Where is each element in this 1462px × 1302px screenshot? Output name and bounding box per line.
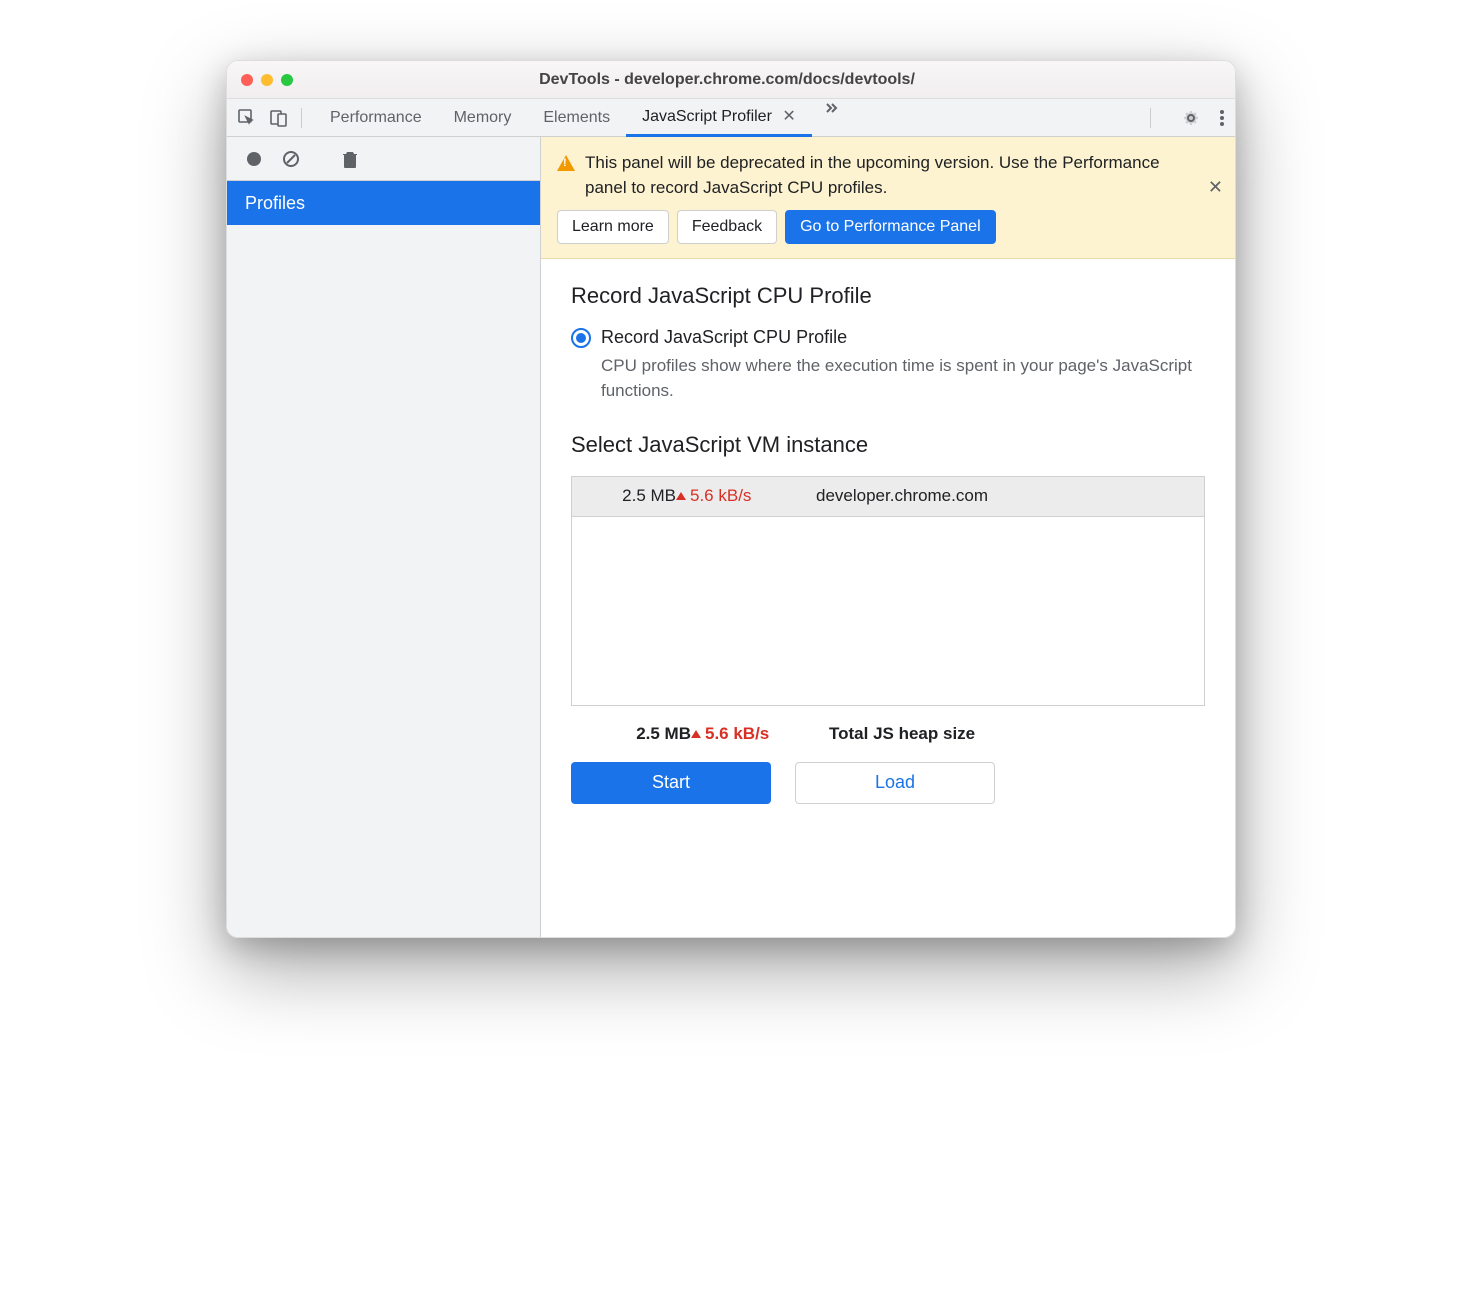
kebab-menu-icon[interactable]	[1219, 108, 1225, 128]
total-rate: 5.6 kB/s	[691, 724, 811, 744]
devtools-toolbar: Performance Memory Elements JavaScript P…	[227, 99, 1235, 137]
inspect-element-icon[interactable]	[237, 108, 257, 128]
tab-performance[interactable]: Performance	[314, 99, 438, 137]
record-radio-option[interactable]: Record JavaScript CPU Profile	[571, 327, 1205, 348]
tab-memory[interactable]: Memory	[438, 99, 528, 137]
panel-tabs: Performance Memory Elements JavaScript P…	[314, 99, 850, 137]
main-panel: This panel will be deprecated in the upc…	[541, 137, 1235, 937]
record-icon[interactable]	[245, 150, 263, 168]
titlebar: DevTools - developer.chrome.com/docs/dev…	[227, 61, 1235, 99]
vm-hostname: developer.chrome.com	[816, 486, 988, 506]
arrow-up-icon	[676, 492, 686, 500]
feedback-button[interactable]: Feedback	[677, 210, 777, 244]
tab-close-icon[interactable]: ✕	[782, 108, 795, 125]
sidebar-item-label: Profiles	[245, 193, 305, 214]
banner-text: This panel will be deprecated in the upc…	[585, 151, 1197, 200]
learn-more-button[interactable]: Learn more	[557, 210, 669, 244]
device-toggle-icon[interactable]	[269, 108, 289, 128]
devtools-window: DevTools - developer.chrome.com/docs/dev…	[226, 60, 1236, 938]
vm-size: 2.5 MB	[586, 486, 676, 506]
record-heading: Record JavaScript CPU Profile	[571, 283, 1205, 309]
clear-icon[interactable]	[281, 149, 301, 169]
tab-label: JavaScript Profiler	[642, 108, 772, 125]
deprecation-banner: This panel will be deprecated in the upc…	[541, 137, 1235, 259]
totals-label: Total JS heap size	[829, 724, 975, 744]
radio-label: Record JavaScript CPU Profile	[601, 327, 847, 348]
vm-rate: 5.6 kB/s	[676, 486, 796, 506]
total-rate-value: 5.6 kB/s	[705, 724, 769, 744]
tab-javascript-profiler[interactable]: JavaScript Profiler ✕	[626, 99, 812, 137]
load-button[interactable]: Load	[795, 762, 995, 804]
banner-close-icon[interactable]: ✕	[1208, 177, 1223, 198]
settings-gear-icon[interactable]	[1181, 108, 1201, 128]
sidebar-item-profiles[interactable]: Profiles	[227, 181, 540, 225]
total-size: 2.5 MB	[601, 724, 691, 744]
arrow-up-icon	[691, 730, 701, 738]
vm-rate-value: 5.6 kB/s	[690, 486, 751, 506]
totals-row: 2.5 MB 5.6 kB/s Total JS heap size	[571, 724, 1205, 744]
tab-elements[interactable]: Elements	[527, 99, 626, 137]
radio-icon	[571, 328, 591, 348]
vm-instance-row[interactable]: 2.5 MB 5.6 kB/s developer.chrome.com	[572, 477, 1204, 517]
more-tabs-icon[interactable]	[812, 99, 850, 137]
warning-icon	[557, 155, 575, 171]
goto-performance-button[interactable]: Go to Performance Panel	[785, 210, 996, 244]
toolbar-divider	[301, 108, 302, 128]
radio-description: CPU profiles show where the execution ti…	[601, 354, 1205, 403]
window-title: DevTools - developer.chrome.com/docs/dev…	[233, 71, 1221, 89]
sidebar-toolbar	[227, 137, 540, 181]
sidebar: Profiles	[227, 137, 541, 937]
vm-instance-list: 2.5 MB 5.6 kB/s developer.chrome.com	[571, 476, 1205, 706]
delete-icon[interactable]	[341, 149, 359, 169]
start-button[interactable]: Start	[571, 762, 771, 804]
vm-heading: Select JavaScript VM instance	[571, 432, 1205, 458]
toolbar-divider-right	[1150, 108, 1151, 128]
